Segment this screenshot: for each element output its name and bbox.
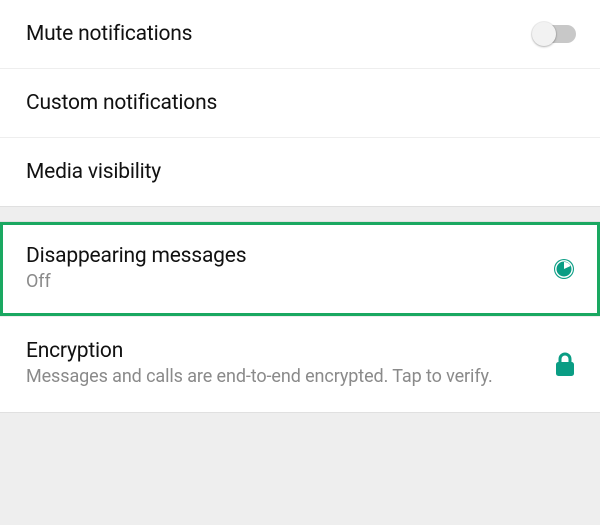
encryption-row[interactable]: Encryption Messages and calls are end-to… (0, 316, 600, 411)
encryption-title: Encryption (26, 339, 493, 363)
custom-notifications-title: Custom notifications (26, 91, 217, 115)
mute-notifications-title: Mute notifications (26, 22, 192, 46)
timer-icon (552, 257, 576, 281)
disappearing-messages-subtitle: Off (26, 270, 246, 294)
notifications-section: Mute notifications Custom notifications … (0, 0, 600, 206)
mute-notifications-row[interactable]: Mute notifications (0, 0, 600, 68)
mute-notifications-toggle[interactable] (534, 25, 576, 43)
custom-notifications-row[interactable]: Custom notifications (0, 68, 600, 137)
disappearing-messages-row[interactable]: Disappearing messages Off (0, 222, 600, 316)
disappearing-messages-title: Disappearing messages (26, 244, 246, 268)
section-divider (0, 206, 600, 222)
toggle-thumb (532, 22, 556, 46)
privacy-section: Disappearing messages Off Encryption Mes… (0, 222, 600, 412)
encryption-subtitle: Messages and calls are end-to-end encryp… (26, 365, 493, 389)
lock-icon (554, 351, 576, 377)
media-visibility-row[interactable]: Media visibility (0, 137, 600, 206)
bottom-divider (0, 412, 600, 422)
media-visibility-title: Media visibility (26, 160, 161, 184)
